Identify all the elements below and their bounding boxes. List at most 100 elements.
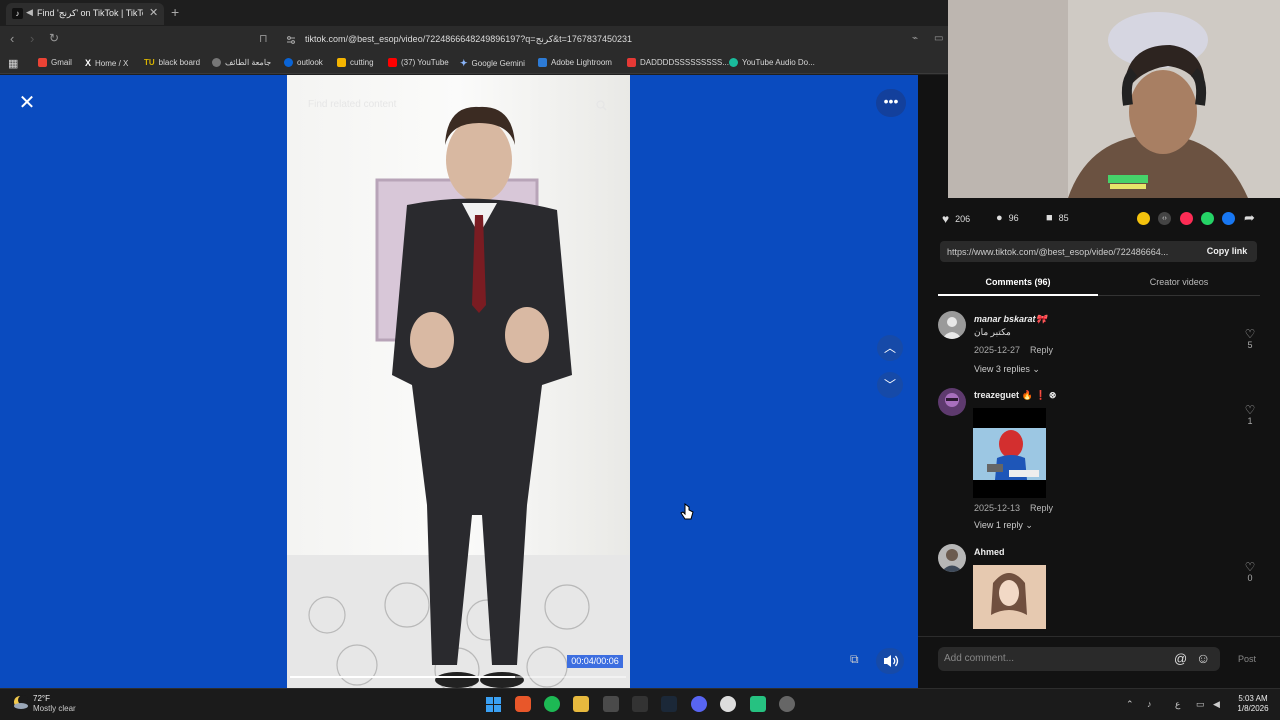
obs-icon[interactable] <box>779 696 795 712</box>
discord-icon[interactable] <box>691 696 707 712</box>
screen-cast-icon[interactable]: ▭ <box>934 33 943 44</box>
webcam-overlay <box>948 0 1280 198</box>
bookmark-icon: ■ <box>1046 212 1053 224</box>
user-avatar-icon <box>945 393 959 407</box>
comment-like-button[interactable]: ♡ 0 <box>1243 561 1257 583</box>
tray-chevron-icon[interactable]: ⌃ <box>1126 699 1134 710</box>
avatar[interactable] <box>938 544 966 572</box>
audio-icon <box>729 58 738 67</box>
bookmark-gmail[interactable]: Gmail <box>38 58 72 67</box>
view-replies-button[interactable]: View 1 reply ⌄ <box>974 520 1033 531</box>
comment-like-button[interactable]: ♡ 5 <box>1243 328 1257 350</box>
save-count[interactable]: ■ 85 <box>1046 212 1069 224</box>
browser-tab[interactable]: ♪ ◀ Find 'كرنج' on TikTok | TikTok S ✕ <box>6 3 164 25</box>
steam-icon[interactable] <box>661 696 677 712</box>
comment-meta: 2025-12-27 Reply <box>974 345 1054 355</box>
weather-temperature[interactable]: 72°F <box>33 694 50 703</box>
share-send-icon[interactable] <box>1180 212 1193 225</box>
app-icon[interactable] <box>603 696 619 712</box>
share-arrow-icon[interactable]: ➦ <box>1244 210 1255 226</box>
new-tab-button[interactable]: + <box>171 4 179 20</box>
apps-grid-icon[interactable]: ▦ <box>8 57 18 70</box>
video-link-field[interactable]: https://www.tiktok.com/@best_esop/video/… <box>940 241 1197 262</box>
share-friends-icon[interactable] <box>1137 212 1150 225</box>
user-avatar-icon <box>942 317 962 339</box>
reply-button[interactable]: Reply <box>1030 345 1053 355</box>
tab-comments[interactable]: Comments (96) <box>938 272 1098 296</box>
speaker-icon[interactable]: ◀ <box>26 7 33 18</box>
windows-start-icon[interactable] <box>486 697 501 712</box>
settings-gear-icon[interactable] <box>720 696 736 712</box>
more-options-button[interactable]: ••• <box>876 89 906 117</box>
video-player[interactable] <box>287 75 630 688</box>
bookmark-cutting[interactable]: cutting <box>337 58 374 67</box>
search-icon[interactable] <box>596 100 607 111</box>
mouse-cursor-icon <box>680 503 694 520</box>
address-bar[interactable]: tiktok.com/@best_esop/video/722486664824… <box>280 29 940 51</box>
volume-icon[interactable]: ◀ <box>1213 699 1220 710</box>
messenger-icon[interactable] <box>750 696 766 712</box>
bookmark-gemini[interactable]: ✦ Google Gemini <box>460 58 525 69</box>
avatar[interactable] <box>938 311 966 339</box>
add-comment-input[interactable]: Add comment... @ ☺ <box>938 647 1220 671</box>
extension-icon[interactable]: ⌁ <box>912 33 918 44</box>
weather-description[interactable]: Mostly clear <box>33 704 76 713</box>
back-icon[interactable]: ‹ <box>10 31 14 46</box>
brave-browser-icon[interactable] <box>515 696 531 712</box>
tiktok-icon: ♪ <box>12 8 23 19</box>
user-avatar-icon <box>941 549 963 572</box>
reply-button[interactable]: Reply <box>1030 503 1053 513</box>
heart-icon: ♥ <box>942 212 950 226</box>
like-count[interactable]: ♥ 206 <box>942 212 970 226</box>
comment-author[interactable]: treazeguet 🔥 ❗ ⊗ <box>974 390 1056 401</box>
comment-like-button[interactable]: ♡ 1 <box>1243 404 1257 426</box>
clock-time[interactable]: 5:03 AM <box>1233 694 1273 703</box>
post-button[interactable]: Post <box>1238 654 1256 664</box>
youtube-icon <box>388 58 397 67</box>
facebook-icon[interactable] <box>1222 212 1235 225</box>
file-explorer-icon[interactable] <box>573 696 589 712</box>
whatsapp-icon[interactable] <box>1201 212 1214 225</box>
bookmark-x[interactable]: X Home / X <box>85 58 128 68</box>
volume-button[interactable] <box>876 648 904 674</box>
comment-sticker-image[interactable] <box>973 565 1046 629</box>
copy-link-button[interactable]: Copy link <box>1197 241 1257 262</box>
network-icon[interactable]: ▭ <box>1196 699 1205 710</box>
close-tab-icon[interactable]: ✕ <box>149 6 158 19</box>
bookmark-outlook[interactable]: outlook <box>284 58 323 67</box>
calculator-icon[interactable] <box>632 696 648 712</box>
bookmark-youtube[interactable]: (37) YouTube <box>388 58 449 67</box>
site-info-icon[interactable] <box>286 35 296 45</box>
comment-author[interactable]: Ahmed <box>974 547 1005 557</box>
bookmark-lightroom[interactable]: Adobe Lightroom <box>538 58 612 67</box>
bookmark-university[interactable]: جامعة الطائف <box>212 58 271 67</box>
spotify-icon[interactable] <box>544 696 560 712</box>
comment-count[interactable]: ● 96 <box>996 212 1019 224</box>
speaker-icon <box>884 655 899 667</box>
close-viewer-button[interactable]: ✕ <box>14 90 40 116</box>
bookmark-icon[interactable]: ⊓ <box>259 32 268 45</box>
forward-icon[interactable]: › <box>30 31 34 46</box>
next-video-button[interactable]: ﹀ <box>877 372 903 398</box>
mention-icon[interactable]: @ <box>1174 651 1187 666</box>
bookmark-dadd[interactable]: DADDDDSSSSSSSSS... <box>627 58 729 67</box>
emoji-icon[interactable]: ☺ <box>1196 650 1210 666</box>
divider <box>918 636 1280 637</box>
embed-icon[interactable]: ‹› <box>1158 212 1171 225</box>
previous-video-button[interactable]: ︿ <box>877 335 903 361</box>
bookmark-youtube-audio[interactable]: YouTube Audio Do... <box>729 58 815 67</box>
comment-author[interactable]: manar bskarat🎀 <box>974 314 1047 325</box>
tab-creator-videos[interactable]: Creator videos <box>1098 272 1260 296</box>
comment-sticker-image[interactable] <box>973 408 1046 498</box>
bookmark-blackboard[interactable]: TU black board <box>144 58 200 67</box>
reload-icon[interactable]: ↻ <box>49 31 59 45</box>
search-input[interactable]: Find related content <box>308 99 396 110</box>
view-replies-button[interactable]: View 3 replies ⌄ <box>974 364 1040 375</box>
avatar[interactable] <box>938 388 966 416</box>
weather-moon-icon[interactable] <box>11 694 29 710</box>
picture-in-picture-icon[interactable]: ⧉ <box>850 652 859 667</box>
language-indicator[interactable]: ع <box>1175 699 1180 710</box>
video-progress-bar[interactable] <box>290 676 626 678</box>
clock-date[interactable]: 1/8/2026 <box>1233 704 1273 713</box>
microphone-icon[interactable]: ♪ <box>1147 699 1152 709</box>
